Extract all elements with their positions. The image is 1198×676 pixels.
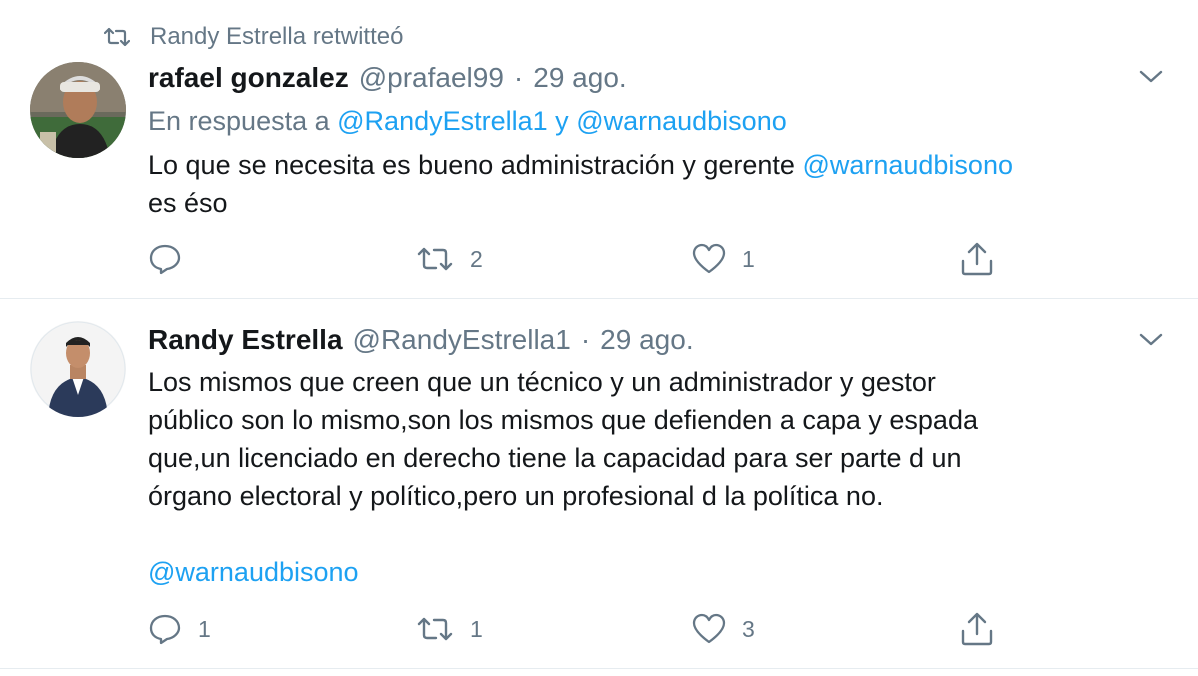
tweet-text-line: Los mismos que creen que un técnico y un…	[148, 367, 936, 397]
tweet-text: Los mismos que creen que un técnico y un…	[148, 363, 1168, 515]
avatar-photo	[30, 321, 126, 417]
reply-mention-link[interactable]: @RandyEstrella1	[337, 106, 548, 136]
author-name[interactable]: Randy Estrella	[148, 324, 343, 356]
reply-prefix: En respuesta a	[148, 106, 330, 136]
share-icon	[961, 612, 993, 646]
reply-context: En respuesta a @RandyEstrella1 y @warnau…	[148, 106, 787, 137]
author-handle[interactable]: @RandyEstrella1	[353, 324, 571, 356]
reply-icon	[149, 244, 181, 275]
share-icon	[961, 242, 993, 276]
like-button[interactable]: 1	[692, 239, 755, 279]
tweet-actions: 1 1 3	[148, 609, 1048, 649]
tweet-text-part: es éso	[148, 188, 228, 218]
retweet-button[interactable]: 2	[416, 239, 483, 279]
mention-link[interactable]: @warnaudbisono	[802, 150, 1013, 180]
like-button[interactable]: 3	[692, 609, 755, 649]
tweet-text: Lo que se necesita es bueno administraci…	[148, 146, 1168, 222]
chevron-down-icon[interactable]	[1138, 331, 1164, 349]
tweet-date[interactable]: 29 ago.	[600, 324, 693, 356]
retweet-banner: Randy Estrella retwitteó	[104, 22, 403, 52]
author-handle[interactable]: @prafael99	[359, 62, 504, 94]
like-count: 3	[742, 615, 755, 642]
tweet-text-line: órgano electoral y político,pero un prof…	[148, 481, 884, 511]
separator: ·	[580, 324, 591, 355]
share-button[interactable]	[960, 609, 994, 649]
tweet-1[interactable]: Randy Estrella retwitteó rafael gonzalez…	[0, 0, 1198, 298]
avatar-photo	[30, 62, 126, 158]
like-count: 1	[742, 245, 755, 272]
heart-icon	[692, 243, 726, 274]
tweet-text-part: Lo que se necesita es bueno administraci…	[148, 150, 795, 180]
tweet-divider	[0, 668, 1198, 669]
retweet-icon	[104, 27, 130, 47]
tweet-actions: 2 1	[148, 239, 1048, 279]
reply-count: 1	[198, 615, 211, 642]
tweet-text-line: que,un licenciado en derecho tiene la ca…	[148, 443, 962, 473]
tweet-header: rafael gonzalez @prafael99 · 29 ago.	[148, 58, 627, 98]
retweet-count: 1	[470, 615, 483, 642]
tweet-text-line: público son lo mismo,son los mismos que …	[148, 405, 978, 435]
author-name[interactable]: rafael gonzalez	[148, 62, 349, 94]
separator: ·	[513, 62, 524, 93]
reply-icon	[149, 614, 181, 645]
share-button[interactable]	[960, 239, 994, 279]
reply-button[interactable]	[148, 239, 198, 279]
retweet-icon	[417, 617, 453, 641]
tweet-mention-line: @warnaudbisono	[148, 553, 1168, 591]
tweet-date[interactable]: 29 ago.	[533, 62, 626, 94]
retweet-button[interactable]: 1	[416, 609, 483, 649]
reply-conjunction: y	[555, 106, 569, 136]
tweet-2[interactable]: Randy Estrella @RandyEstrella1 · 29 ago.…	[0, 299, 1198, 669]
reply-mention-link[interactable]: @warnaudbisono	[576, 106, 787, 136]
reply-button[interactable]: 1	[148, 609, 211, 649]
mention-link[interactable]: @warnaudbisono	[148, 557, 359, 587]
retweet-banner-text: Randy Estrella retwitteó	[150, 23, 404, 50]
tweet-header: Randy Estrella @RandyEstrella1 · 29 ago.	[148, 320, 694, 360]
retweet-icon	[417, 247, 453, 271]
heart-icon	[692, 613, 726, 644]
avatar[interactable]	[30, 321, 126, 417]
retweet-count: 2	[470, 245, 483, 272]
avatar[interactable]	[30, 62, 126, 158]
chevron-down-icon[interactable]	[1138, 68, 1164, 86]
